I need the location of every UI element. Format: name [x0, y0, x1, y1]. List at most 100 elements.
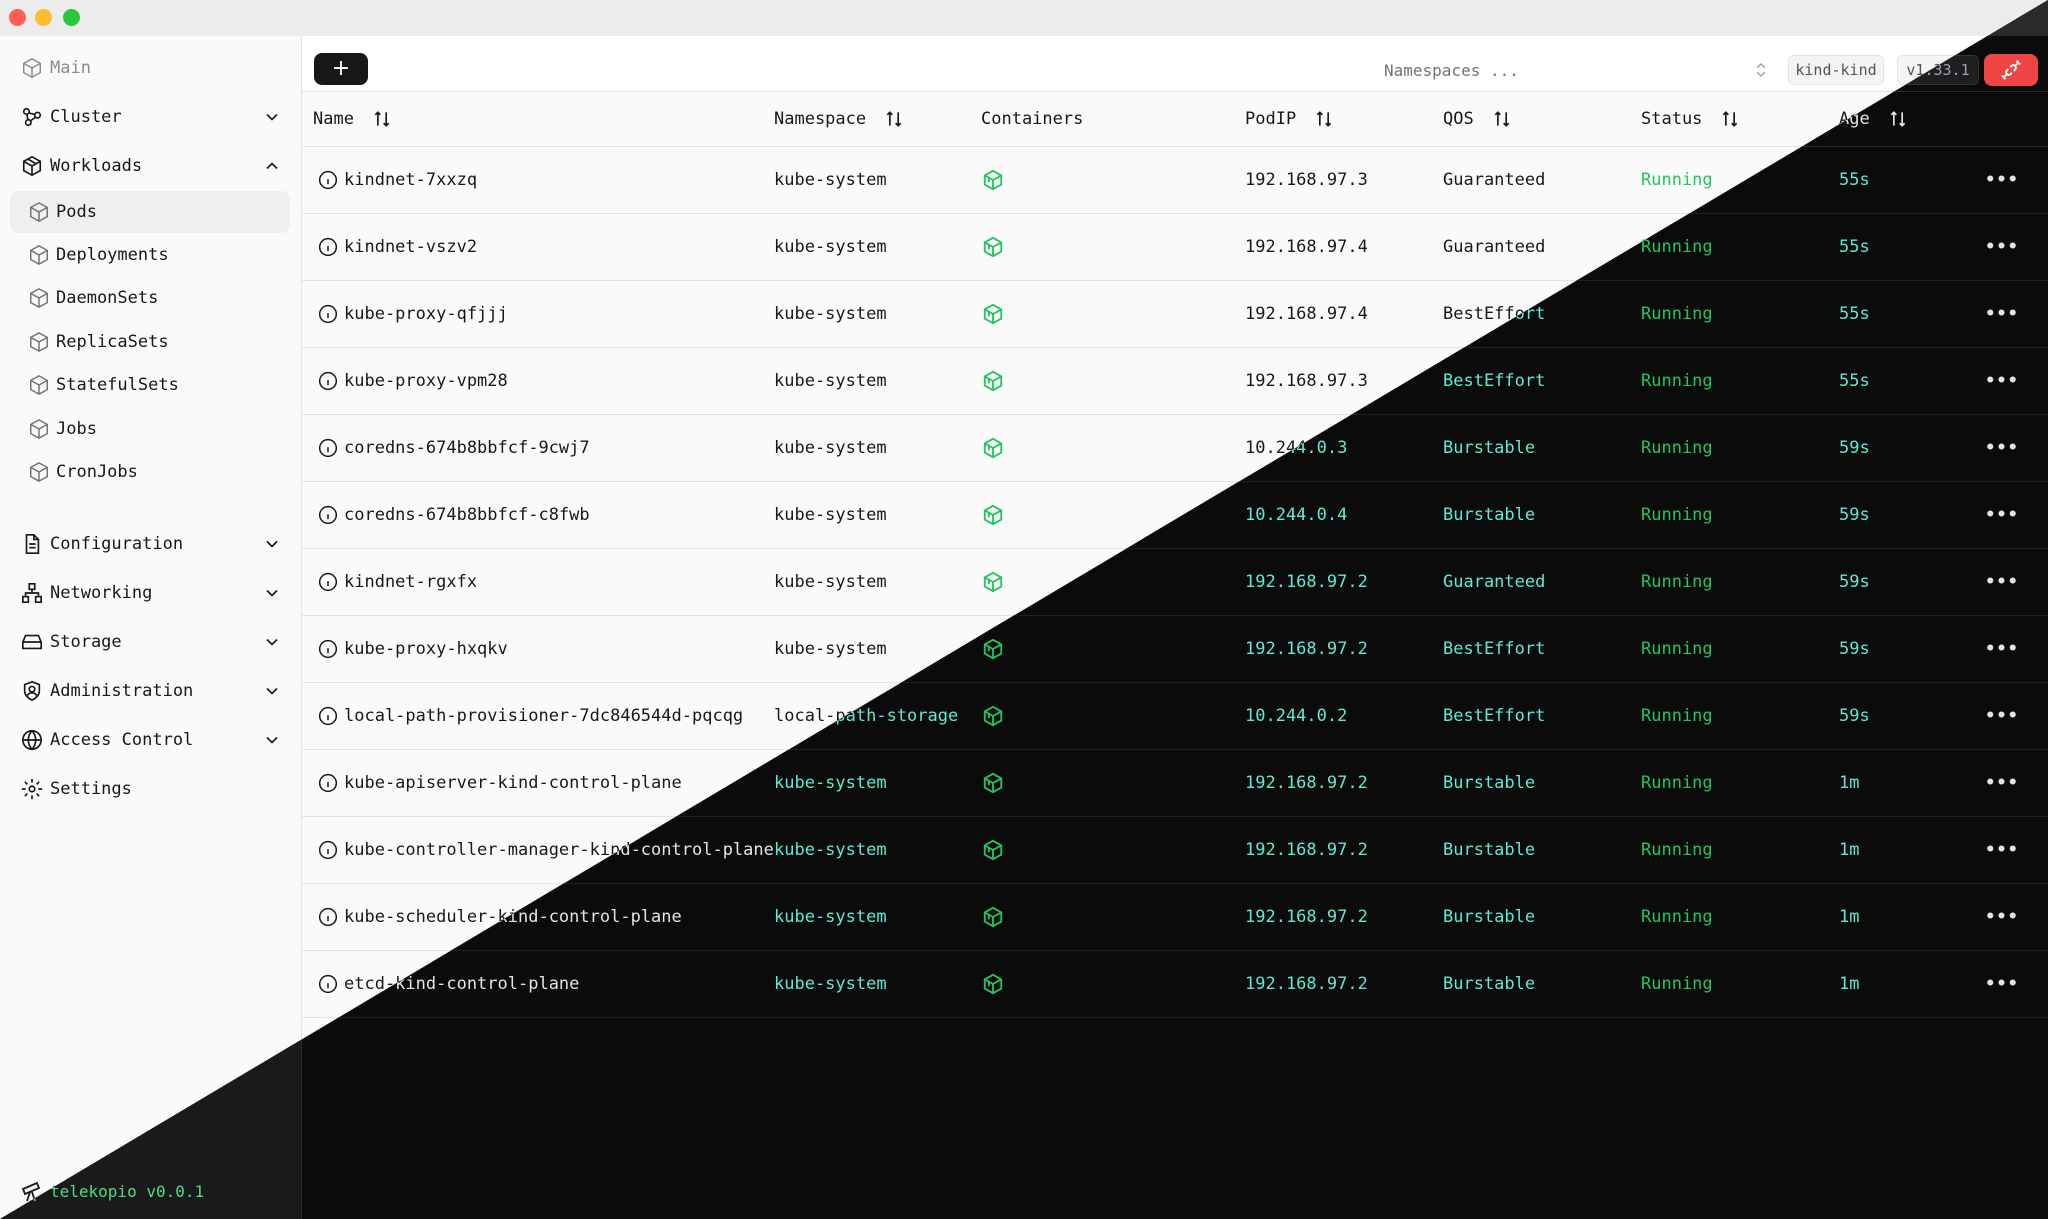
info-icon[interactable]	[318, 237, 338, 257]
row-actions-button[interactable]: •••	[1985, 750, 2018, 816]
chevron-down-icon	[266, 113, 278, 121]
row-actions-button[interactable]: •••	[1985, 281, 2018, 347]
row-actions-button[interactable]: •••	[1985, 817, 2018, 883]
row-actions-button[interactable]: •••	[1985, 348, 2018, 414]
containers-cell	[982, 750, 1004, 816]
container-status-icon[interactable]	[982, 504, 1004, 526]
sidebar-item-jobs[interactable]: Jobs	[10, 408, 290, 450]
pod-name: local-path-provisioner-7dc846544d-pqcqg	[344, 706, 744, 726]
pod-qos: Burstable	[1443, 907, 1536, 927]
sort-icon[interactable]	[1314, 109, 1334, 129]
sidebar-item-storage[interactable]: Storage	[20, 622, 282, 662]
row-actions-button[interactable]: •••	[1985, 683, 2018, 749]
maximize-window-button[interactable]	[63, 9, 80, 26]
info-icon[interactable]	[318, 371, 338, 391]
table-row[interactable]: etcd-kind-control-plane kube-system 192.…	[302, 951, 2048, 1018]
pod-name-cell[interactable]: coredns-674b8bbfcf-c8fwb	[318, 482, 590, 548]
row-actions-button[interactable]: •••	[1985, 415, 2018, 481]
info-icon[interactable]	[318, 840, 338, 860]
info-icon[interactable]	[318, 639, 338, 659]
namespace-placeholder: Namespaces ...	[1384, 60, 1519, 80]
sidebar-item-administration[interactable]: Administration	[20, 671, 282, 711]
container-status-icon[interactable]	[982, 303, 1004, 325]
pod-name-cell[interactable]: kindnet-7xxzq	[318, 147, 477, 213]
row-actions-button[interactable]: •••	[1985, 549, 2018, 615]
sidebar-item-settings[interactable]: Settings	[20, 769, 282, 809]
sidebar-item-configuration[interactable]: Configuration	[20, 524, 282, 564]
pod-name-cell[interactable]: kube-proxy-hxqkv	[318, 616, 508, 682]
row-actions-button[interactable]: •••	[1985, 884, 2018, 950]
column-header-podip[interactable]: PodIP	[1245, 92, 1334, 146]
pod-name: kindnet-7xxzq	[344, 170, 478, 190]
sidebar-item-access-control[interactable]: Access Control	[20, 720, 282, 760]
row-actions-button[interactable]: •••	[1985, 951, 2018, 1017]
column-header-status[interactable]: Status	[1641, 92, 1740, 146]
pod-age: 55s	[1839, 304, 1870, 324]
row-actions-button[interactable]: •••	[1985, 616, 2018, 682]
info-icon[interactable]	[318, 572, 338, 592]
info-icon[interactable]	[318, 170, 338, 190]
sort-icon[interactable]	[1492, 109, 1512, 129]
container-status-icon[interactable]	[982, 839, 1004, 861]
sidebar-item-daemonsets[interactable]: DaemonSets	[10, 277, 290, 319]
info-icon[interactable]	[318, 974, 338, 994]
pod-name-cell[interactable]: local-path-provisioner-7dc846544d-pqcqg	[318, 683, 743, 749]
container-status-icon[interactable]	[982, 638, 1004, 660]
pod-age: 55s	[1839, 237, 1870, 257]
sidebar-item-label: Deployments	[56, 245, 169, 265]
container-status-icon[interactable]	[982, 169, 1004, 191]
table-row[interactable]: kube-scheduler-kind-control-plane kube-s…	[302, 884, 2048, 951]
container-status-icon[interactable]	[982, 571, 1004, 593]
namespace-select[interactable]: Namespaces ...	[1384, 53, 1780, 87]
sidebar-item-networking[interactable]: Networking	[20, 573, 282, 613]
row-actions-button[interactable]: •••	[1985, 147, 2018, 213]
minimize-window-button[interactable]	[35, 9, 52, 26]
more-icon: •••	[1985, 505, 2019, 525]
more-icon: •••	[1985, 773, 2019, 793]
container-status-icon[interactable]	[982, 236, 1004, 258]
container-status-icon[interactable]	[982, 906, 1004, 928]
row-actions-button[interactable]: •••	[1985, 482, 2018, 548]
add-resource-button[interactable]: +	[314, 53, 368, 85]
pod-qos: Burstable	[1443, 840, 1536, 860]
container-status-icon[interactable]	[982, 370, 1004, 392]
pod-status: Running	[1641, 371, 1713, 391]
sidebar-item-replicasets[interactable]: ReplicaSets	[10, 321, 290, 363]
container-status-icon[interactable]	[982, 772, 1004, 794]
container-status-icon[interactable]	[982, 973, 1004, 995]
row-actions-button[interactable]: •••	[1985, 214, 2018, 280]
sidebar-item-pods[interactable]: Pods	[10, 191, 290, 233]
sidebar-item-main[interactable]: Main	[20, 48, 282, 88]
container-status-icon[interactable]	[982, 705, 1004, 727]
info-icon[interactable]	[318, 505, 338, 525]
sort-icon[interactable]	[1888, 109, 1908, 129]
pod-name-cell[interactable]: kindnet-rgxfx	[318, 549, 477, 615]
close-window-button[interactable]	[9, 9, 26, 26]
more-icon: •••	[1985, 371, 2019, 391]
info-icon[interactable]	[318, 773, 338, 793]
sidebar-item-cronjobs[interactable]: CronJobs	[10, 451, 290, 493]
pod-status: Running	[1641, 572, 1713, 592]
sort-icon[interactable]	[884, 109, 904, 129]
column-header-name[interactable]: Name	[313, 92, 392, 146]
info-icon[interactable]	[318, 706, 338, 726]
pod-age: 59s	[1839, 639, 1870, 659]
column-header-namespace[interactable]: Namespace	[774, 92, 904, 146]
column-header-qos[interactable]: QOS	[1443, 92, 1512, 146]
pod-name-cell[interactable]: coredns-674b8bbfcf-9cwj7	[318, 415, 590, 481]
info-icon[interactable]	[318, 438, 338, 458]
info-icon[interactable]	[318, 907, 338, 927]
sidebar-item-statefulsets[interactable]: StatefulSets	[10, 364, 290, 406]
pod-name-cell[interactable]: kindnet-vszv2	[318, 214, 477, 280]
disconnect-button[interactable]	[1984, 54, 2038, 86]
pod-name-cell[interactable]: kube-apiserver-kind-control-plane	[318, 750, 682, 816]
pod-name-cell[interactable]: kube-proxy-vpm28	[318, 348, 508, 414]
sort-icon[interactable]	[372, 109, 392, 129]
sidebar-item-workloads[interactable]: Workloads	[20, 146, 282, 186]
container-status-icon[interactable]	[982, 437, 1004, 459]
info-icon[interactable]	[318, 304, 338, 324]
sort-icon[interactable]	[1720, 109, 1740, 129]
sidebar-item-cluster[interactable]: Cluster	[20, 97, 282, 137]
sidebar-item-deployments[interactable]: Deployments	[10, 234, 290, 276]
pod-name-cell[interactable]: kube-proxy-qfjjj	[318, 281, 508, 347]
